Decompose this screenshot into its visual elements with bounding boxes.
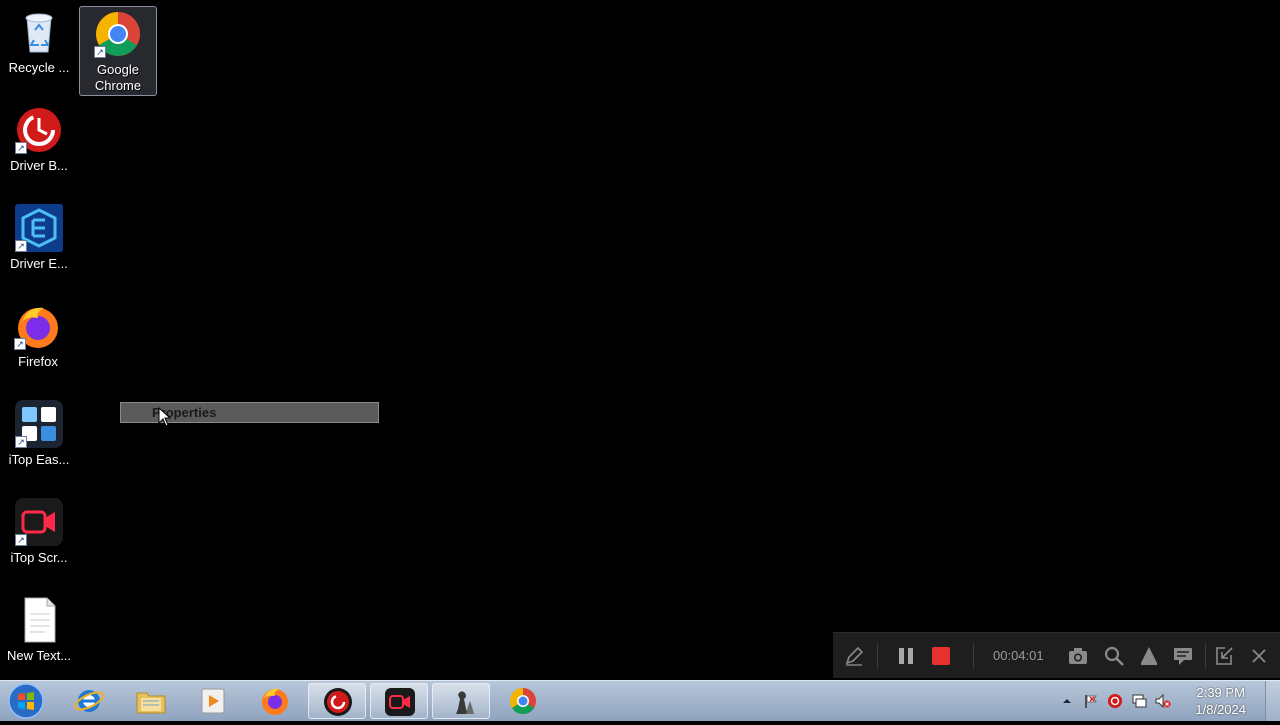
desktop-icon-label: Driver B... (10, 158, 68, 173)
taskbar-internet-explorer[interactable] (60, 683, 118, 719)
desktop-icon-new-text-document[interactable]: New Text... (1, 596, 77, 664)
desktop-icon-firefox[interactable]: ↗ Firefox (0, 302, 76, 370)
itop-screen-recorder-icon: ↗ (15, 498, 63, 546)
chrome-icon: ↗ (94, 10, 142, 58)
windows-start-icon[interactable] (6, 682, 46, 720)
desktop-icon-recycle-bin[interactable]: Recycle ... (1, 8, 77, 76)
taskbar-chess[interactable] (432, 683, 490, 719)
show-hidden-icons-icon[interactable] (1059, 693, 1075, 709)
taskbar-chrome[interactable] (494, 683, 552, 719)
mouse-cursor-icon (158, 406, 172, 432)
itop-easy-desktop-icon: ↗ (15, 400, 63, 448)
action-center-flag-icon[interactable] (1083, 693, 1099, 709)
desktop-icon-label: Google Chrome (94, 62, 142, 93)
driver-booster-icon: ↗ (15, 106, 63, 154)
taskbar-driver-booster[interactable] (308, 683, 366, 719)
toolbar-divider (1205, 643, 1206, 669)
stop-icon[interactable] (930, 645, 952, 667)
zoom-icon[interactable] (1103, 645, 1125, 667)
recorder-toolbar: 00:04:01 (833, 632, 1280, 678)
shortcut-arrow-icon: ↗ (14, 338, 26, 350)
shortcut-arrow-icon: ↗ (15, 436, 27, 448)
desktop-icon-label: iTop Eas... (8, 452, 70, 467)
driver-booster-icon (324, 688, 352, 716)
desktop-icon-driver-easy[interactable]: ↗ Driver E... (1, 204, 77, 272)
recording-timer: 00:04:01 (993, 648, 1044, 663)
text-document-icon (15, 596, 63, 644)
desktop-icon-itop-easy-desktop[interactable]: ↗ iTop Eas... (1, 400, 77, 468)
chrome-icon (509, 687, 536, 715)
clock-time: 2:39 PM (1196, 685, 1245, 700)
show-desktop-button[interactable] (1265, 681, 1280, 721)
media-player-icon (201, 688, 225, 714)
volume-muted-icon[interactable] (1155, 693, 1171, 709)
desktop-icon-driver-booster[interactable]: ↗ Driver B... (1, 106, 77, 174)
firefox-icon: ↗ (14, 302, 62, 350)
file-explorer-icon (136, 692, 166, 714)
driver-booster-tray-icon[interactable] (1107, 693, 1123, 709)
volume-icon[interactable] (1138, 645, 1160, 667)
taskbar-file-explorer[interactable] (122, 683, 180, 719)
desktop-icon-google-chrome[interactable]: ↗ Google Chrome (79, 6, 157, 96)
taskbar-firefox[interactable] (246, 683, 304, 719)
shortcut-arrow-icon: ↗ (15, 142, 27, 154)
toolbar-divider (973, 643, 974, 669)
shortcut-arrow-icon: ↗ (15, 534, 27, 546)
desktop-icon-label: Recycle ... (8, 60, 70, 75)
close-icon[interactable] (1248, 645, 1270, 667)
clock-date: 1/8/2024 (1195, 702, 1246, 717)
pause-icon[interactable] (895, 645, 917, 667)
recycle-bin-icon (15, 8, 63, 56)
desktop-icon-label: Driver E... (10, 256, 68, 271)
shortcut-arrow-icon: ↗ (15, 240, 27, 252)
minimize-icon[interactable] (1213, 645, 1235, 667)
taskbar: 2:39 PM 1/8/2024 (0, 680, 1280, 721)
desktop-icon-label: Firefox (18, 354, 58, 369)
desktop-icon-label: iTop Scr... (10, 550, 68, 565)
internet-explorer-icon (74, 690, 104, 712)
taskbar-media-player[interactable] (184, 683, 242, 719)
system-clock[interactable]: 2:39 PM 1/8/2024 (1195, 684, 1246, 718)
chat-icon[interactable] (1172, 645, 1194, 667)
driver-easy-icon: ↗ (15, 204, 63, 252)
chess-icon (456, 691, 474, 714)
desktop-icon-itop-screen-recorder[interactable]: ↗ iTop Scr... (1, 498, 77, 566)
network-icon[interactable] (1131, 693, 1147, 709)
toolbar-divider (877, 643, 878, 669)
firefox-icon (262, 688, 288, 715)
pen-icon[interactable] (843, 645, 865, 667)
taskbar-itop-screen-recorder[interactable] (370, 683, 428, 719)
shortcut-arrow-icon: ↗ (94, 46, 106, 58)
camera-icon[interactable] (1067, 645, 1089, 667)
itop-screen-recorder-icon (385, 688, 415, 716)
desktop-icon-label: New Text... (6, 648, 72, 663)
